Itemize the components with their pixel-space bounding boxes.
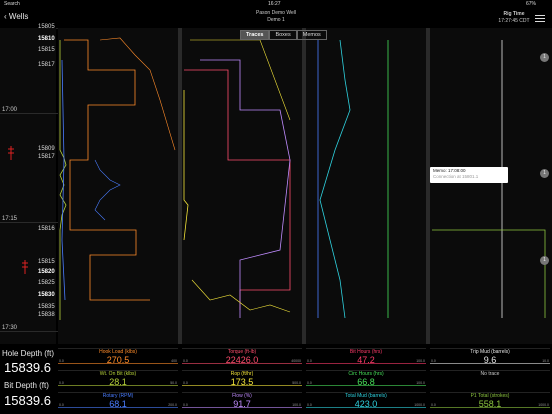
readout-scale-line xyxy=(306,385,426,386)
memo-badge[interactable]: 1 xyxy=(540,256,549,265)
memo-badge[interactable]: 1 xyxy=(540,169,549,178)
memo-detail: Connection at 15801.1 xyxy=(433,174,479,179)
readout-scale-line xyxy=(306,407,426,408)
readout-scale-line xyxy=(58,407,178,408)
readout-cell[interactable]: Trip Mud (barrels) 9.6 0.0 10.0 xyxy=(430,348,550,370)
view-segmented-control: Traces Boxes Memos xyxy=(240,30,327,40)
readout-cell[interactable]: Rop (ft/hr) 173.5 0.0 500.0 xyxy=(182,370,302,392)
readout-cell[interactable]: Rotary (RPM) 68.1 0.0 200.0 xyxy=(58,392,178,414)
readout-cell[interactable]: Flow (%) 91.7 0.0 100.0 xyxy=(182,392,302,414)
tab-boxes[interactable]: Boxes xyxy=(269,30,297,40)
readout-scale-line xyxy=(58,363,178,364)
readout-cell[interactable]: No trace xyxy=(430,370,550,392)
hole-depth-label: Hole Depth (ft) xyxy=(2,349,55,358)
readout-scale-line xyxy=(58,385,178,386)
readout-cell[interactable]: Circ Hours (hrs) 66.8 0.0 100.0 xyxy=(306,370,426,392)
readout-scale-line xyxy=(430,363,550,364)
bit-depth-value: 15839.6 xyxy=(4,393,51,408)
memo-badge[interactable]: 1 xyxy=(540,53,549,62)
memo-popup[interactable]: Memo: 17:08:00 Connection at 15801.1 xyxy=(430,167,508,183)
readout-scale-line xyxy=(430,385,550,386)
tab-traces[interactable]: Traces xyxy=(240,30,270,40)
readout-scale-line xyxy=(430,407,550,408)
readout-cell[interactable]: Hook Load (klbs) 270.5 0.0 400 xyxy=(58,348,178,370)
readout-scale-line xyxy=(182,363,302,364)
bit-depth-label: Bit Depth (ft) xyxy=(4,381,49,390)
readout-cell[interactable]: Torque (ft-lb) 22426.0 0.0 40000 xyxy=(182,348,302,370)
readout-scale-line xyxy=(182,385,302,386)
readout-scale-line xyxy=(182,407,302,408)
readout-title: No trace xyxy=(480,371,500,377)
hole-depth-value: 15839.6 xyxy=(4,360,51,375)
readout-cell[interactable]: Bit Hours (hrs) 47.2 0.0 100.0 xyxy=(306,348,426,370)
readout-cell[interactable]: P1 Total (strokes) 558.1 0.0 1000.0 xyxy=(430,392,550,414)
readout-cell[interactable]: Total Mud (barrels) 423.0 0.0 1000.0 xyxy=(306,392,426,414)
tab-memos[interactable]: Memos xyxy=(296,30,327,40)
readout-cell[interactable]: Wt. On Bit (klbs) 28.1 0.0 50.0 xyxy=(58,370,178,392)
readout-scale-line xyxy=(306,363,426,364)
